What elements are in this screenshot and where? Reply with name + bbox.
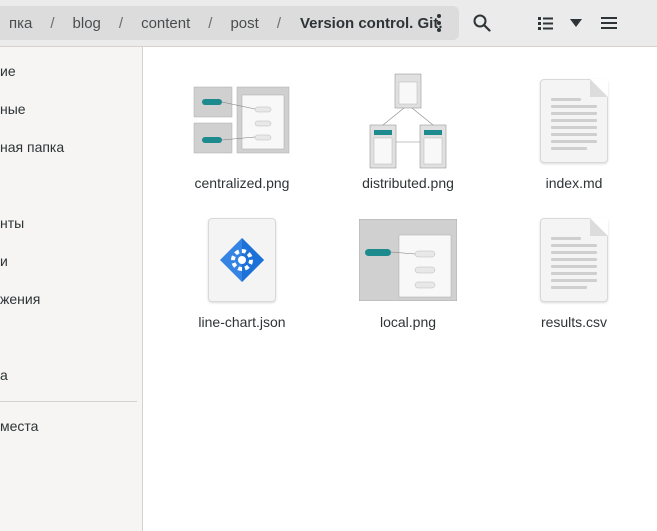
breadcrumb-separator: / (50, 14, 55, 32)
breadcrumb-item-folder[interactable]: пка (0, 15, 41, 32)
breadcrumb-separator: / (208, 14, 213, 32)
text-document-icon (540, 218, 608, 302)
folder-menu-button[interactable] (429, 13, 449, 33)
file-name: centralized.png (194, 175, 290, 191)
dot-icon (437, 28, 441, 32)
dot-icon (437, 21, 441, 25)
hamburger-menu-icon (601, 17, 617, 29)
sidebar: ие ные ная папка нты и жения а места (0, 47, 143, 531)
sidebar-item-other-locations[interactable]: места (0, 407, 38, 445)
breadcrumb: пка / blog / content / post / Version co… (0, 6, 459, 40)
main-menu-button[interactable] (596, 9, 622, 37)
file-name: local.png (379, 314, 437, 330)
search-button[interactable] (468, 9, 496, 37)
breadcrumb-item-blog[interactable]: blog (64, 15, 110, 32)
file-name: index.md (545, 175, 603, 191)
file-item[interactable]: local.png (343, 206, 473, 330)
breadcrumb-item-post[interactable]: post (221, 15, 267, 32)
file-grid: centralized.png distributed.png index.md… (144, 47, 657, 531)
file-item[interactable]: line-chart.json (177, 206, 307, 330)
sidebar-item-documents[interactable]: нты (0, 204, 24, 242)
text-document-icon (540, 79, 608, 163)
file-name: line-chart.json (198, 314, 286, 330)
breadcrumb-item-current[interactable]: Version control. Git. (290, 15, 452, 32)
file-item[interactable]: centralized.png (177, 67, 307, 191)
view-options-button[interactable] (530, 9, 590, 37)
sidebar-item-home[interactable]: ная папка (0, 128, 64, 166)
image-thumbnail (359, 219, 457, 301)
breadcrumb-separator: / (118, 14, 124, 32)
sidebar-item-pictures[interactable]: жения (0, 280, 40, 318)
breadcrumb-separator: / (276, 14, 281, 32)
image-thumbnail (368, 72, 448, 170)
list-view-icon (538, 17, 553, 30)
sidebar-item-recent[interactable]: ие (0, 52, 16, 90)
breadcrumb-item-content[interactable]: content (132, 15, 199, 32)
json-file-icon (208, 218, 276, 302)
file-item[interactable]: results.csv (509, 206, 639, 330)
sidebar-item-trash[interactable]: а (0, 356, 8, 394)
sidebar-separator (0, 401, 137, 402)
file-item[interactable]: distributed.png (343, 67, 473, 191)
script-gear-icon (220, 238, 264, 282)
header-bar: пка / blog / content / post / Version co… (0, 0, 657, 47)
search-icon (473, 14, 491, 32)
sidebar-item-starred[interactable]: ные (0, 90, 26, 128)
file-item[interactable]: index.md (509, 67, 639, 191)
chevron-down-icon (570, 19, 582, 27)
dot-icon (437, 14, 441, 18)
sidebar-item-downloads[interactable]: и (0, 242, 8, 280)
image-thumbnail (192, 85, 292, 157)
file-name: distributed.png (362, 175, 454, 191)
file-name: results.csv (540, 314, 608, 330)
